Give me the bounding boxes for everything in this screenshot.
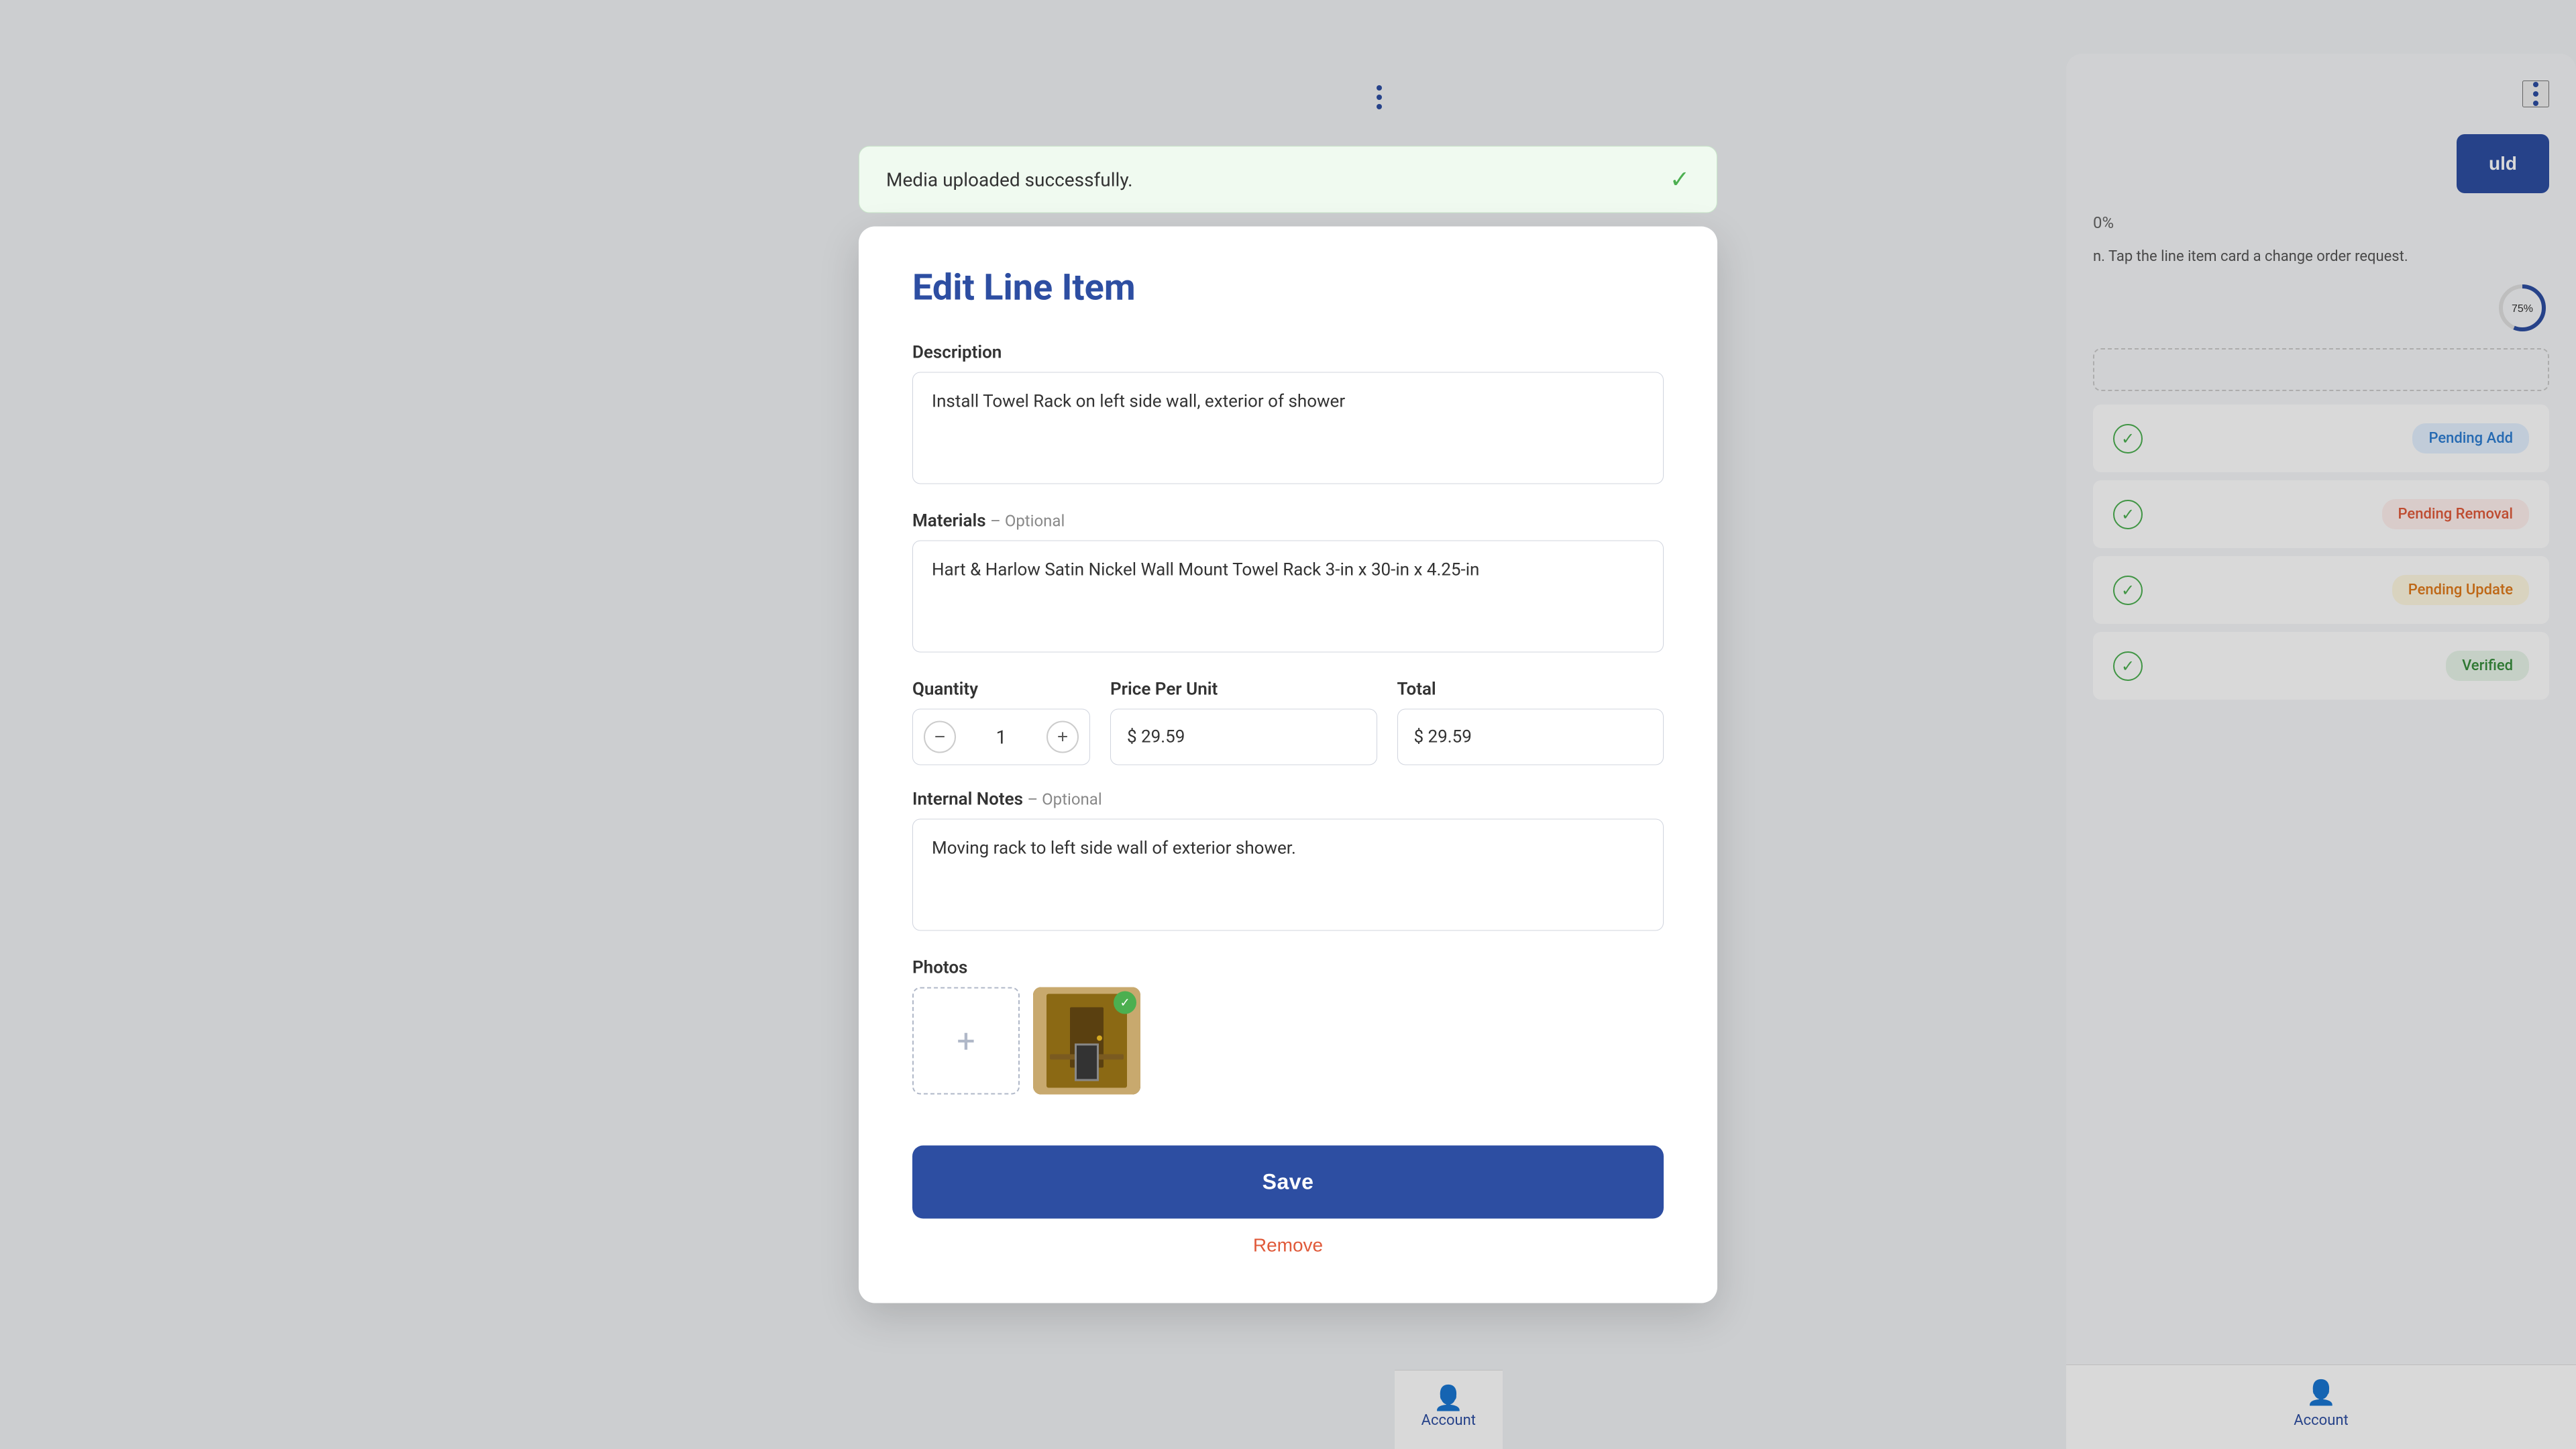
photos-label: Photos xyxy=(912,958,1664,978)
price-per-unit-label: Price Per Unit xyxy=(1110,680,1377,700)
quantity-input-wrapper: − 1 + xyxy=(912,709,1090,765)
materials-label: Materials – Optional xyxy=(912,511,1664,531)
total-field: Total $ 29.59 xyxy=(1397,680,1664,765)
remove-button[interactable]: Remove xyxy=(912,1235,1664,1256)
save-button[interactable]: Save xyxy=(912,1146,1664,1219)
photo-thumbnail[interactable]: ✓ xyxy=(1033,987,1140,1095)
materials-textarea[interactable]: Hart & Harlow Satin Nickel Wall Mount To… xyxy=(912,541,1664,653)
photos-grid: + xyxy=(912,987,1664,1095)
quantity-row: Quantity − 1 + Price Per Unit $ 29.59 xyxy=(912,680,1664,765)
modal-container: Media uploaded successfully. ✓ Edit Line… xyxy=(859,146,1717,1303)
price-per-unit-field: Price Per Unit $ 29.59 xyxy=(1110,680,1377,765)
total-input-wrapper: $ 29.59 xyxy=(1397,709,1664,765)
photo-uploaded-check-badge: ✓ xyxy=(1114,991,1136,1014)
modal-title: Edit Line Item xyxy=(912,267,1664,309)
quantity-value: 1 xyxy=(956,726,1046,748)
quantity-label: Quantity xyxy=(912,680,1090,700)
success-notification: Media uploaded successfully. ✓ xyxy=(859,146,1717,213)
quantity-field: Quantity − 1 + xyxy=(912,680,1090,765)
internal-notes-optional: – Optional xyxy=(1027,790,1102,809)
internal-notes-field-group: Internal Notes – Optional Moving rack to… xyxy=(912,790,1664,934)
success-message: Media uploaded successfully. xyxy=(886,168,1133,191)
price-input-wrapper: $ 29.59 xyxy=(1110,709,1377,765)
success-check-icon: ✓ xyxy=(1670,166,1690,194)
screen-container: uld 0% n. Tap the line item card a chang… xyxy=(0,0,2576,1449)
price-per-unit-value: $ 29.59 xyxy=(1127,727,1185,747)
edit-modal: Edit Line Item Description Install Towel… xyxy=(859,227,1717,1303)
description-label: Description xyxy=(912,343,1664,363)
photo-upload-placeholder[interactable]: + xyxy=(912,987,1020,1095)
plus-icon: + xyxy=(957,1022,975,1060)
internal-notes-textarea[interactable]: Moving rack to left side wall of exterio… xyxy=(912,819,1664,931)
quantity-decrement-button[interactable]: − xyxy=(924,721,956,753)
description-textarea[interactable]: Install Towel Rack on left side wall, ex… xyxy=(912,372,1664,484)
materials-field-group: Materials – Optional Hart & Harlow Satin… xyxy=(912,511,1664,655)
internal-notes-label: Internal Notes – Optional xyxy=(912,790,1664,810)
photos-field-group: Photos + xyxy=(912,958,1664,1095)
description-field-group: Description Install Towel Rack on left s… xyxy=(912,343,1664,487)
quantity-increment-button[interactable]: + xyxy=(1046,721,1079,753)
materials-optional: – Optional xyxy=(990,512,1065,531)
total-value: $ 29.59 xyxy=(1414,727,1472,747)
total-label: Total xyxy=(1397,680,1664,700)
